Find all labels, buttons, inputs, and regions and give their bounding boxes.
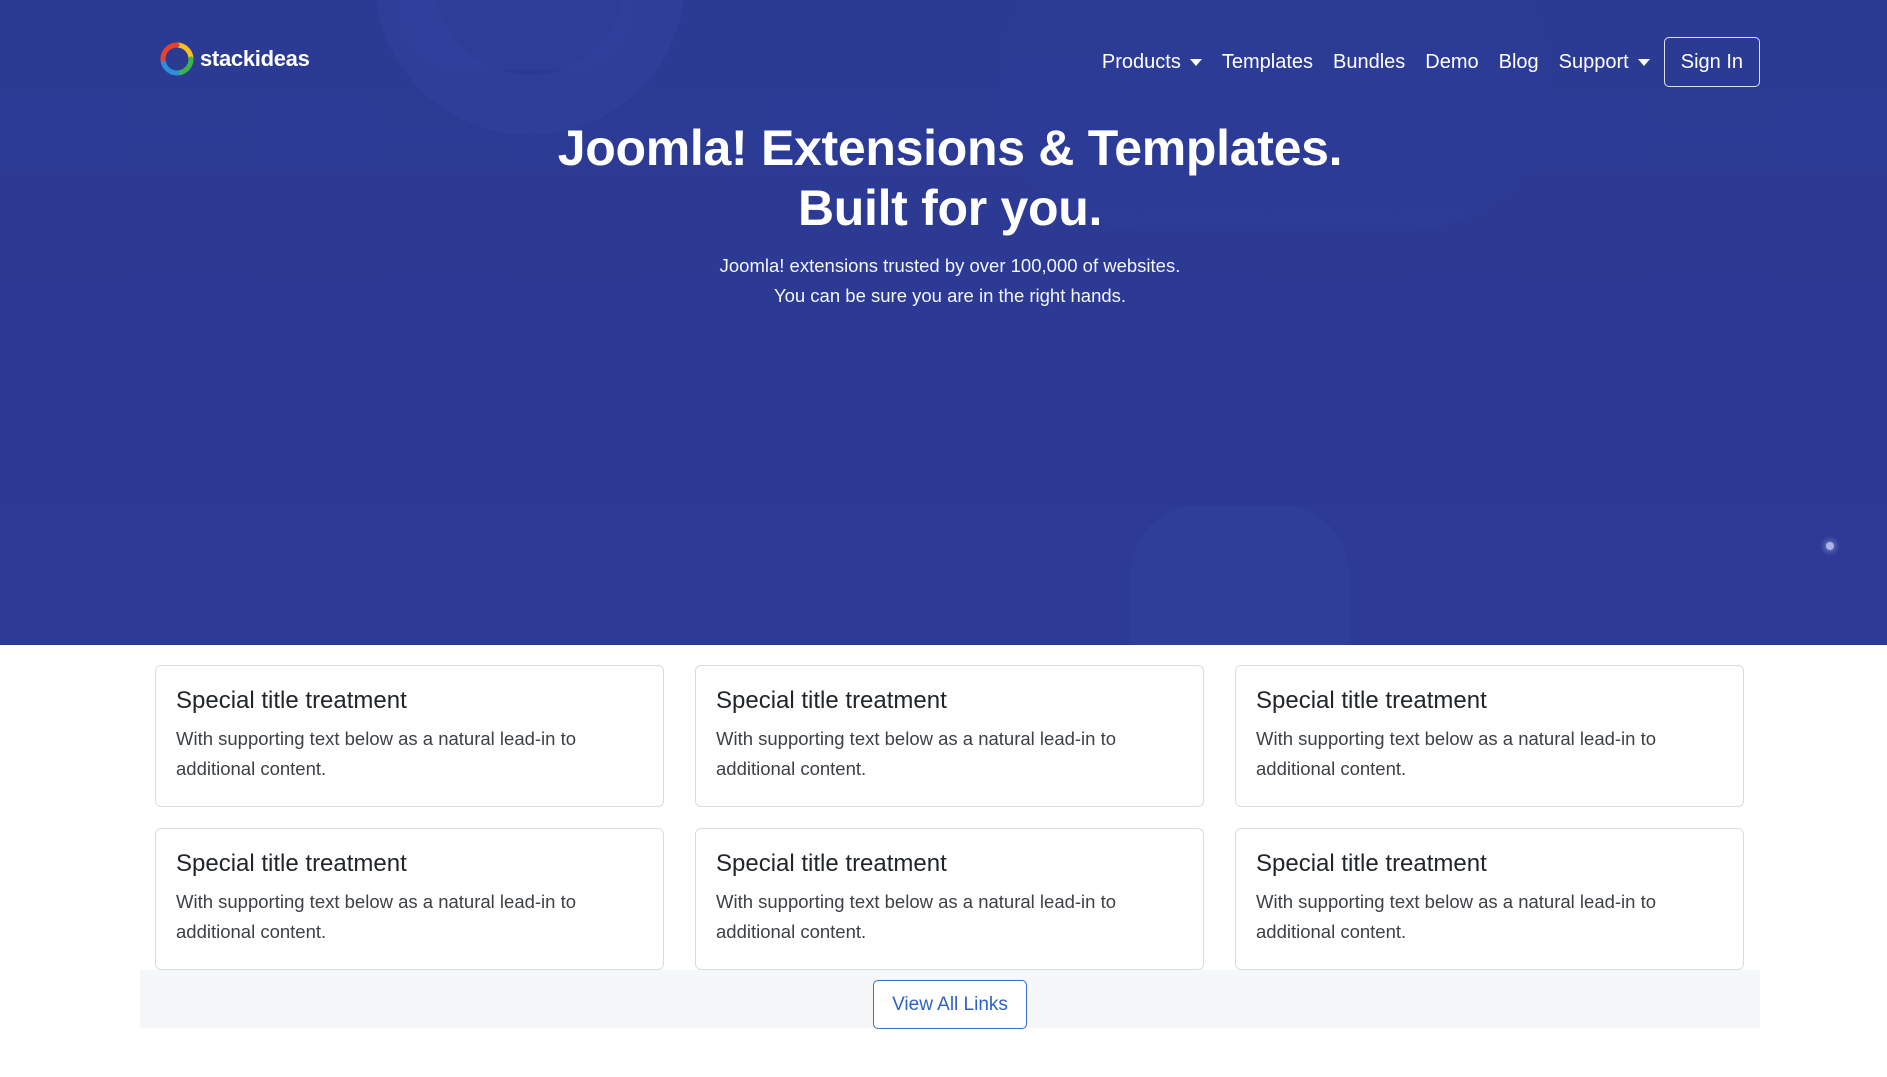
card-text: With supporting text below as a natural … xyxy=(1256,891,1657,942)
nav-item-demo[interactable]: Demo xyxy=(1415,39,1488,86)
card[interactable]: Special title treatment With supporting … xyxy=(155,828,664,970)
card-text: With supporting text below as a natural … xyxy=(176,891,577,942)
nav-item-label: Blog xyxy=(1498,50,1539,73)
brand-logo[interactable]: stackideas xyxy=(160,42,310,76)
hero-subtitle-line: Joomla! extensions trusted by over 100,0… xyxy=(719,255,1181,276)
hero-title-line: Built for you. xyxy=(797,180,1103,236)
chevron-down-icon xyxy=(1189,59,1202,66)
chevron-down-icon xyxy=(1637,59,1650,66)
card-text: With supporting text below as a natural … xyxy=(716,728,1117,779)
sign-in-button[interactable]: Sign In xyxy=(1663,37,1760,87)
hero-section: stackideas Products Templates Bundles De… xyxy=(0,0,1887,645)
card[interactable]: Special title treatment With supporting … xyxy=(695,828,1204,970)
main-nav: Products Templates Bundles Demo Blog Sup… xyxy=(1092,37,1760,87)
nav-item-label: Demo xyxy=(1425,50,1479,73)
card-title: Special title treatment xyxy=(1256,850,1487,877)
hero-title-line: Joomla! Extensions & Templates. xyxy=(557,120,1343,176)
nav-item-products[interactable]: Products xyxy=(1092,39,1212,86)
navbar: stackideas Products Templates Bundles De… xyxy=(140,30,1760,100)
card-title: Special title treatment xyxy=(716,850,947,877)
card-title: Special title treatment xyxy=(176,850,407,877)
nav-item-bundles[interactable]: Bundles xyxy=(1323,39,1415,86)
card[interactable]: Special title treatment With supporting … xyxy=(1235,665,1744,807)
cards-section: Special title treatment With supporting … xyxy=(140,645,1760,1035)
card[interactable]: Special title treatment With supporting … xyxy=(155,665,664,807)
card-title: Special title treatment xyxy=(176,687,407,714)
nav-item-blog[interactable]: Blog xyxy=(1489,39,1549,86)
view-all-links-button[interactable]: View All Links xyxy=(873,980,1027,1029)
hero-subtitle: Joomla! extensions trusted by over 100,0… xyxy=(0,251,1887,311)
brand-name: stackideas xyxy=(200,46,310,71)
stackideas-logo-icon xyxy=(160,42,194,76)
card[interactable]: Special title treatment With supporting … xyxy=(695,665,1204,807)
card[interactable]: Special title treatment With supporting … xyxy=(1235,828,1744,970)
hero-subtitle-line: You can be sure you are in the right han… xyxy=(773,285,1127,306)
nav-item-support[interactable]: Support xyxy=(1549,39,1660,86)
card-text: With supporting text below as a natural … xyxy=(1256,728,1657,779)
card-title: Special title treatment xyxy=(716,687,947,714)
card-title: Special title treatment xyxy=(1256,687,1487,714)
cards-grid: Special title treatment With supporting … xyxy=(155,665,1744,970)
nav-item-label: Templates xyxy=(1221,50,1313,73)
decorative-dot xyxy=(1826,542,1834,550)
nav-item-label: Products xyxy=(1101,50,1181,73)
nav-item-label: Bundles xyxy=(1333,50,1406,73)
card-text: With supporting text below as a natural … xyxy=(716,891,1117,942)
hero-title: Joomla! Extensions & Templates. Built fo… xyxy=(0,118,1887,238)
card-text: With supporting text below as a natural … xyxy=(176,728,577,779)
nav-item-label: Support xyxy=(1558,50,1629,73)
nav-item-templates[interactable]: Templates xyxy=(1212,39,1323,86)
hero-content: Joomla! Extensions & Templates. Built fo… xyxy=(0,118,1887,311)
